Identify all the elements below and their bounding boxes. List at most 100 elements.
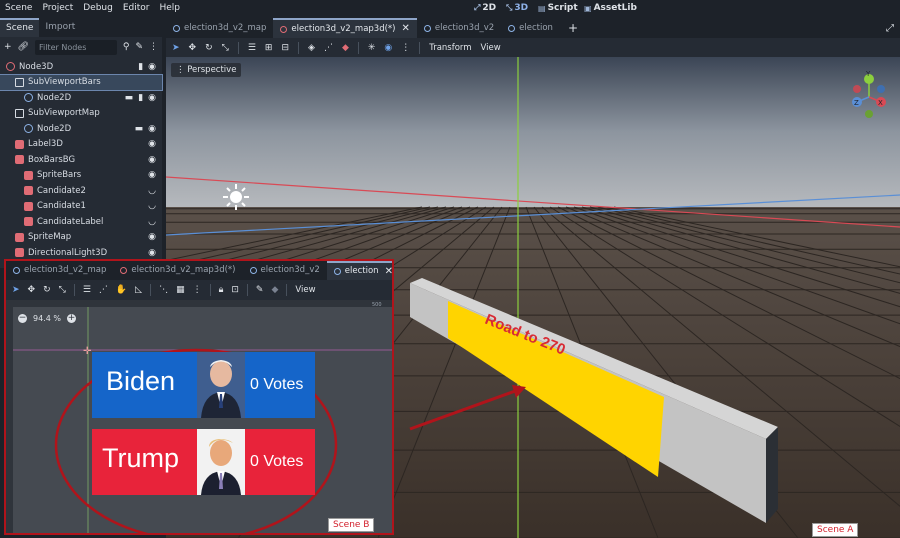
select-tool-icon[interactable]: ➤: [12, 285, 20, 295]
smart-snap-icon[interactable]: ⋱: [159, 285, 168, 295]
inset-toolbar: ➤ ✥ ↻ ⤡ ☰ ⋰ ✋ ◺ ⋱ ▦ ⋮ 🔒︎ ⊡ ✎ ◆ View: [6, 280, 392, 300]
lock-icon[interactable]: ▬: [125, 93, 134, 103]
tree-item-candidate1[interactable]: Candidate1 ◡: [0, 199, 162, 215]
eye-icon[interactable]: ◉: [148, 248, 156, 258]
eye-closed-icon[interactable]: ◡: [148, 201, 156, 211]
gizmo-neg-y[interactable]: [865, 110, 873, 118]
eye-icon[interactable]: ◉: [148, 232, 156, 242]
scale-tool-icon[interactable]: ⤡: [59, 285, 66, 295]
scene-tab-v2[interactable]: election3d_v2: [417, 18, 501, 38]
list-select-icon[interactable]: ☰: [248, 43, 256, 53]
eye-icon[interactable]: ◉: [148, 139, 156, 149]
eye-icon[interactable]: ◉: [148, 62, 156, 72]
workspace-3d-button[interactable]: ⤡ 3D: [506, 0, 528, 16]
eye-icon[interactable]: ◉: [148, 155, 156, 165]
filter-nodes-input[interactable]: Filter Nodes: [34, 39, 117, 55]
tree-item-spritemap[interactable]: SpriteMap ◉: [0, 230, 162, 246]
tree-item-candidate2[interactable]: Candidate2 ◡: [0, 183, 162, 199]
workspace-script-button[interactable]: ▤ Script: [538, 0, 578, 16]
distraction-free-icon[interactable]: ⤢: [886, 23, 894, 34]
inset-tab-map3d[interactable]: election3d_v2_map3d(*): [113, 261, 242, 280]
transform-menu[interactable]: Transform: [429, 43, 471, 53]
menu-editor[interactable]: Editor: [118, 3, 155, 13]
attach-script-icon[interactable]: ✎: [135, 42, 143, 52]
sun-preview-icon[interactable]: ✳: [368, 43, 376, 53]
kebab-menu-icon[interactable]: ⋮: [149, 42, 158, 52]
tree-item-subviewportbars[interactable]: SubViewportBars: [0, 73, 163, 91]
lock-icon[interactable]: ⊞: [265, 43, 273, 53]
lock-icon[interactable]: 🔒︎: [219, 285, 224, 295]
script-icon[interactable]: ▮: [138, 62, 143, 72]
scene-a-label: Scene A: [812, 523, 859, 537]
scene-tab-map3d[interactable]: election3d_v2_map3d(*) ✕: [273, 18, 417, 38]
view-menu[interactable]: View: [481, 43, 501, 53]
close-icon[interactable]: ✕: [402, 20, 410, 38]
environment-preview-icon[interactable]: ◉: [384, 43, 392, 53]
eye-icon[interactable]: ◉: [148, 124, 156, 134]
rotate-tool-icon[interactable]: ↻: [43, 285, 51, 295]
2d-canvas[interactable]: 500 ✛ − 94.4 % + Biden 0 Votes Trump 0 V…: [6, 300, 392, 533]
scene-tabs: election3d_v2_map election3d_v2_map3d(*)…: [166, 18, 900, 38]
tree-item-spritebars[interactable]: SpriteBars ◉: [0, 168, 162, 184]
pan-tool-icon[interactable]: ✋: [116, 285, 127, 295]
inset-tab-election[interactable]: election ✕: [326, 261, 392, 280]
script-icon[interactable]: ▮: [138, 93, 143, 103]
eye-icon[interactable]: ◉: [148, 93, 156, 103]
gizmo-neg-z[interactable]: [877, 85, 885, 93]
menu-help[interactable]: Help: [155, 3, 186, 13]
tab-import[interactable]: Import: [39, 18, 81, 37]
scene-dock: Scene Import + 🔗︎ Filter Nodes ⚲ ✎ ⋮ Nod…: [0, 18, 163, 268]
inset-view-menu[interactable]: View: [295, 285, 315, 295]
camera-preview-icon[interactable]: ◆: [342, 43, 349, 53]
move-tool-icon[interactable]: ✥: [28, 285, 36, 295]
menu-scene[interactable]: Scene: [0, 3, 37, 13]
kebab-menu-icon[interactable]: ⋮: [401, 43, 410, 53]
scene-tab-election[interactable]: election: [501, 18, 560, 38]
pivot-icon[interactable]: ⋰: [99, 285, 108, 295]
tree-item-node2d[interactable]: Node2D ▬ ◉: [0, 121, 162, 137]
move-tool-icon[interactable]: ✥: [189, 43, 197, 53]
zoom-in-button[interactable]: +: [66, 314, 76, 323]
workspace-2d-button[interactable]: ⤢ 2D: [474, 0, 496, 16]
inset-tab-map[interactable]: election3d_v2_map: [6, 261, 113, 280]
ruler-tool-icon[interactable]: ◺: [135, 285, 142, 295]
inset-tab-v2[interactable]: election3d_v2: [243, 261, 327, 280]
tree-item-node3d[interactable]: Node3D ▮ ◉: [0, 59, 162, 75]
link-icon[interactable]: 🔗︎: [18, 42, 29, 52]
group-icon[interactable]: ⊟: [281, 43, 289, 53]
tree-item-label3d[interactable]: Label3D ◉: [0, 137, 162, 153]
group-icon[interactable]: ⊡: [231, 285, 239, 295]
workspace-assetlib-button[interactable]: ▣ AssetLib: [584, 0, 637, 16]
scene-b-inset: election3d_v2_map election3d_v2_map3d(*)…: [4, 259, 394, 535]
grid-snap-icon[interactable]: ▦: [176, 285, 185, 295]
scale-tool-icon[interactable]: ⤡: [222, 43, 229, 53]
eye-closed-icon[interactable]: ◡: [148, 217, 156, 227]
tree-item-node2d[interactable]: Node2D ▬ ▮ ◉: [0, 90, 162, 106]
camera-icon[interactable]: ◆: [271, 285, 278, 295]
tree-item-subviewportmap[interactable]: SubViewportMap: [0, 106, 162, 122]
add-tab-icon[interactable]: +: [568, 21, 578, 35]
close-icon[interactable]: ✕: [385, 263, 392, 280]
list-select-icon[interactable]: ☰: [83, 285, 91, 295]
script-icon: ▤: [538, 3, 546, 13]
menu-project[interactable]: Project: [37, 3, 78, 13]
select-tool-icon[interactable]: ➤: [172, 43, 180, 53]
tree-item-boxbarsbg[interactable]: BoxBarsBG ◉: [0, 152, 162, 168]
zoom-out-button[interactable]: −: [18, 314, 27, 323]
eye-closed-icon[interactable]: ◡: [148, 186, 156, 196]
gizmo-neg-x[interactable]: [853, 85, 861, 93]
snap-icon[interactable]: ⋰: [324, 43, 333, 53]
tree-item-candidatelabel[interactable]: CandidateLabel ◡: [0, 214, 162, 230]
rotate-tool-icon[interactable]: ↻: [205, 43, 213, 53]
kebab-menu-icon[interactable]: ⋮: [193, 285, 202, 295]
bone-icon[interactable]: ✎: [256, 285, 264, 295]
tab-scene[interactable]: Scene: [0, 18, 40, 37]
add-node-icon[interactable]: +: [4, 42, 12, 52]
lock-icon[interactable]: ▬: [135, 124, 144, 134]
local-space-icon[interactable]: ◈: [308, 43, 315, 53]
eye-icon[interactable]: ◉: [148, 170, 156, 180]
zoom-level[interactable]: 94.4 %: [33, 314, 61, 323]
scene-tab-map[interactable]: election3d_v2_map: [166, 18, 273, 38]
menu-debug[interactable]: Debug: [78, 3, 118, 13]
perspective-menu[interactable]: ⋮ Perspective: [171, 63, 242, 77]
